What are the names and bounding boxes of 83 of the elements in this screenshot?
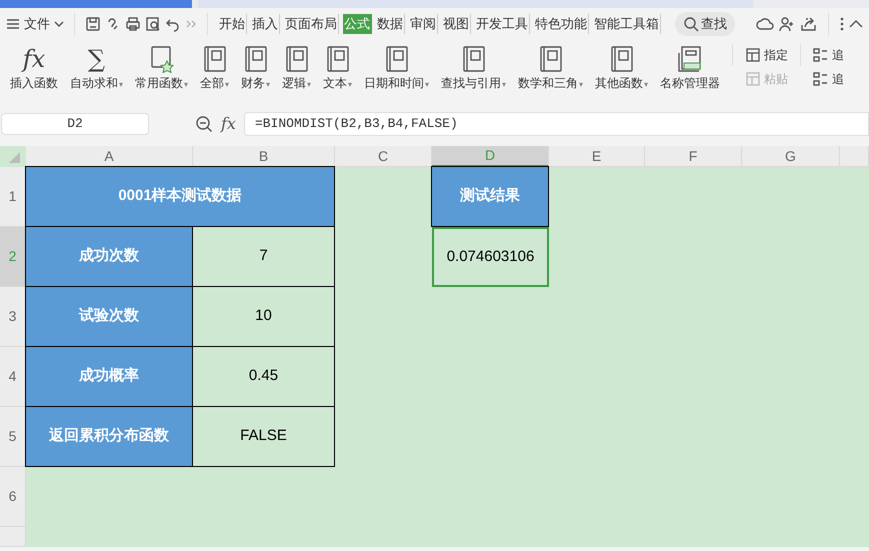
menu-tab[interactable]: 插入 [251,14,280,34]
header-cell: 返回累积分布函数 [25,406,193,467]
menu-tab[interactable]: 开始 [218,14,247,34]
menu-tab[interactable]: 智能工具箱 [593,14,661,34]
header-cell: 测试结果 [431,166,549,227]
ribbon-button[interactable]: 逻辑▾ [276,44,317,92]
menu-tab[interactable]: 审阅 [409,14,438,34]
add-user-icon[interactable] [778,16,796,32]
book-icon [284,45,310,73]
column-header[interactable]: C [335,146,432,167]
function-star-icon [148,45,174,73]
header-cell: 成功概率 [25,346,193,407]
column-header[interactable]: F [645,146,742,167]
table-icon [745,47,761,63]
cloud-icon[interactable] [756,16,774,32]
ribbon-button[interactable]: fx 插入函数 [4,44,64,92]
book-icon [538,45,564,73]
caret-icon: ▾ [644,80,648,89]
row-header[interactable]: 4 [0,347,26,407]
header-cell: 试验次数 [25,286,193,347]
ribbon-button[interactable]: 其他函数▾ [589,44,654,92]
ribbon-button[interactable]: 常用函数▾ [129,44,194,92]
menu-icon[interactable] [6,18,20,30]
header-cell: 0001样本测试数据 [25,166,335,227]
file-menu[interactable]: 文件 [24,14,50,34]
column-header[interactable]: A [26,146,193,167]
ribbon-button[interactable]: 全部▾ [194,44,235,92]
book-icon [202,45,228,73]
print-icon[interactable] [125,16,141,32]
clipboard-icon [745,71,761,87]
menu-tab[interactable]: 特色功能 [534,14,589,34]
ribbon-button[interactable]: 查找与引用▾ [435,44,512,92]
column-header[interactable]: G [742,146,840,167]
row-header[interactable]: 5 [0,407,26,467]
caret-icon: ▾ [307,80,311,89]
share-icon[interactable] [800,16,818,32]
ribbon-button[interactable]: 日期和时间▾ [358,44,435,92]
save-icon[interactable] [85,16,101,32]
ribbon-button[interactable]: 文本▾ [317,44,358,92]
zoom-icon[interactable] [195,115,213,133]
menu-tab[interactable]: 开发工具 [475,14,530,34]
trace-icon [813,47,829,63]
print-preview-icon[interactable] [145,16,161,32]
caret-icon: ▾ [502,80,506,89]
table-cell: 0.074603106 [432,227,549,287]
trace-icon [813,71,829,87]
name-box[interactable]: D2 [1,113,149,135]
trace-precedents-button[interactable]: 追 [813,46,844,64]
row-header[interactable]: 6 [0,467,26,527]
table-cell: FALSE [192,406,335,467]
chevron-down-icon[interactable] [54,20,64,28]
formula-field[interactable]: =BINOMDIST(B2,B3,B4,FALSE) [244,112,869,136]
header-cell: 成功次数 [25,226,193,287]
caret-icon: ▾ [579,80,583,89]
menu-tab[interactable]: 数据 [376,14,405,34]
trace-dependents-button[interactable]: 追 [813,70,844,88]
book-icon [608,45,634,73]
ribbon-button[interactable]: ∑ 自动求和▾ [64,44,129,92]
book-icon [324,45,350,73]
caret-icon: ▾ [119,80,123,89]
book-icon [242,45,268,73]
ribbon-button[interactable]: 财务▾ [235,44,276,92]
assign-name-button[interactable]: 指定 [745,46,788,64]
column-header[interactable]: E [549,146,645,167]
menu-tab[interactable]: 视图 [442,14,471,34]
menu-tab[interactable]: 页面布局 [284,14,339,34]
caret-icon: ▾ [225,80,229,89]
insert-function-button[interactable]: fx [221,112,236,136]
caret-icon: ▾ [425,80,429,89]
caret-icon: ▾ [266,80,270,89]
caret-icon: ▾ [184,80,188,89]
caret-icon: ▾ [348,80,352,89]
more-options-icon[interactable] [839,16,845,32]
column-header[interactable]: B [193,146,335,167]
row-header[interactable]: 3 [0,287,26,347]
chevron-up-icon[interactable] [849,19,863,29]
ribbon-button[interactable]: 数学和三角▾ [512,44,589,92]
search-icon [683,16,699,32]
search-button[interactable]: 查找 [675,12,735,36]
book-icon [384,45,410,73]
ribbon-button[interactable]: 名称管理器 [654,44,726,92]
book-icon [460,45,486,73]
row-header[interactable]: 1 [0,167,26,227]
